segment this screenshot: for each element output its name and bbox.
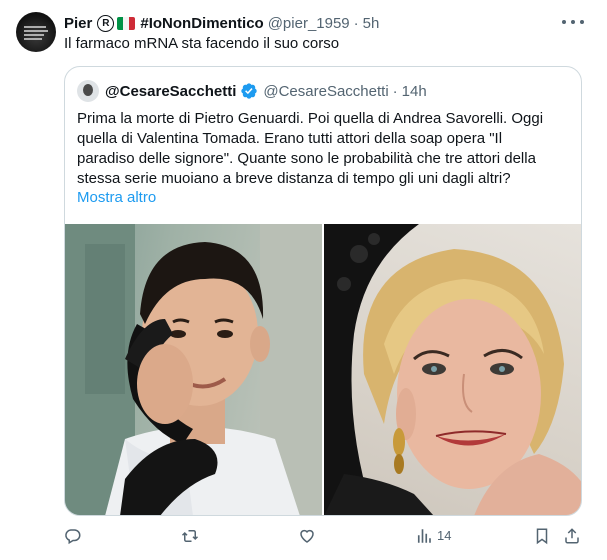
quoted-tweet[interactable]: @CesareSacchetti @CesareSacchetti · 14h … [64, 66, 582, 516]
like-icon[interactable] [298, 527, 316, 545]
tweet-header: Pier R #IoNonDimentico @pier_1959 · 5h [64, 12, 379, 34]
photo-young-man-illustration [65, 224, 322, 515]
views-chart-icon[interactable] [415, 527, 433, 545]
separator: · [353, 14, 359, 32]
quote-header: @CesareSacchetti @CesareSacchetti · 14h [77, 79, 427, 103]
more-horizontal-icon[interactable] [562, 14, 584, 30]
quote-separator: · [392, 82, 398, 100]
quote-text-line: quella di Valentina Tomada. Erano tutti … [77, 130, 503, 147]
display-name[interactable]: Pier [64, 15, 92, 32]
quote-display-name[interactable]: @CesareSacchetti [105, 83, 236, 100]
tweet-text: Il farmaco mRNA sta facendo il suo corso [64, 35, 340, 52]
quote-text-line: paradiso delle signore". Quante sono le … [77, 150, 536, 167]
retweet-icon[interactable] [181, 527, 199, 545]
italy-flag-icon [117, 16, 136, 30]
quote-avatar[interactable] [77, 80, 99, 102]
timestamp[interactable]: 5h [363, 15, 380, 32]
display-name-hashtag[interactable]: #IoNonDimentico [140, 15, 263, 32]
share-icon[interactable] [563, 527, 581, 545]
show-more-link[interactable]: Mostra altro [77, 189, 156, 206]
views-count: 14 [437, 528, 452, 543]
reply-icon[interactable] [64, 527, 82, 545]
handle[interactable]: @pier_1959 [268, 15, 350, 32]
quote-handle[interactable]: @CesareSacchetti [263, 83, 388, 100]
tweet[interactable]: Pier R #IoNonDimentico @pier_1959 · 5h I… [0, 0, 607, 560]
photo-young-man-telephone[interactable] [65, 224, 322, 515]
photo-blonde-woman-illustration [324, 224, 581, 515]
quote-text: Prima la morte di Pietro Genuardi. Poi q… [77, 109, 571, 189]
registered-icon: R [97, 14, 115, 32]
quote-text-line: Prima la morte di Pietro Genuardi. Poi q… [77, 110, 544, 127]
bookmark-icon[interactable] [533, 527, 551, 545]
photo-blonde-woman-earrings[interactable] [324, 224, 581, 515]
quote-text-line: stessa serie muoiano a breve distanza di… [77, 170, 511, 187]
quote-timestamp[interactable]: 14h [402, 83, 427, 100]
verified-badge-icon [241, 83, 258, 99]
avatar[interactable] [16, 12, 56, 52]
